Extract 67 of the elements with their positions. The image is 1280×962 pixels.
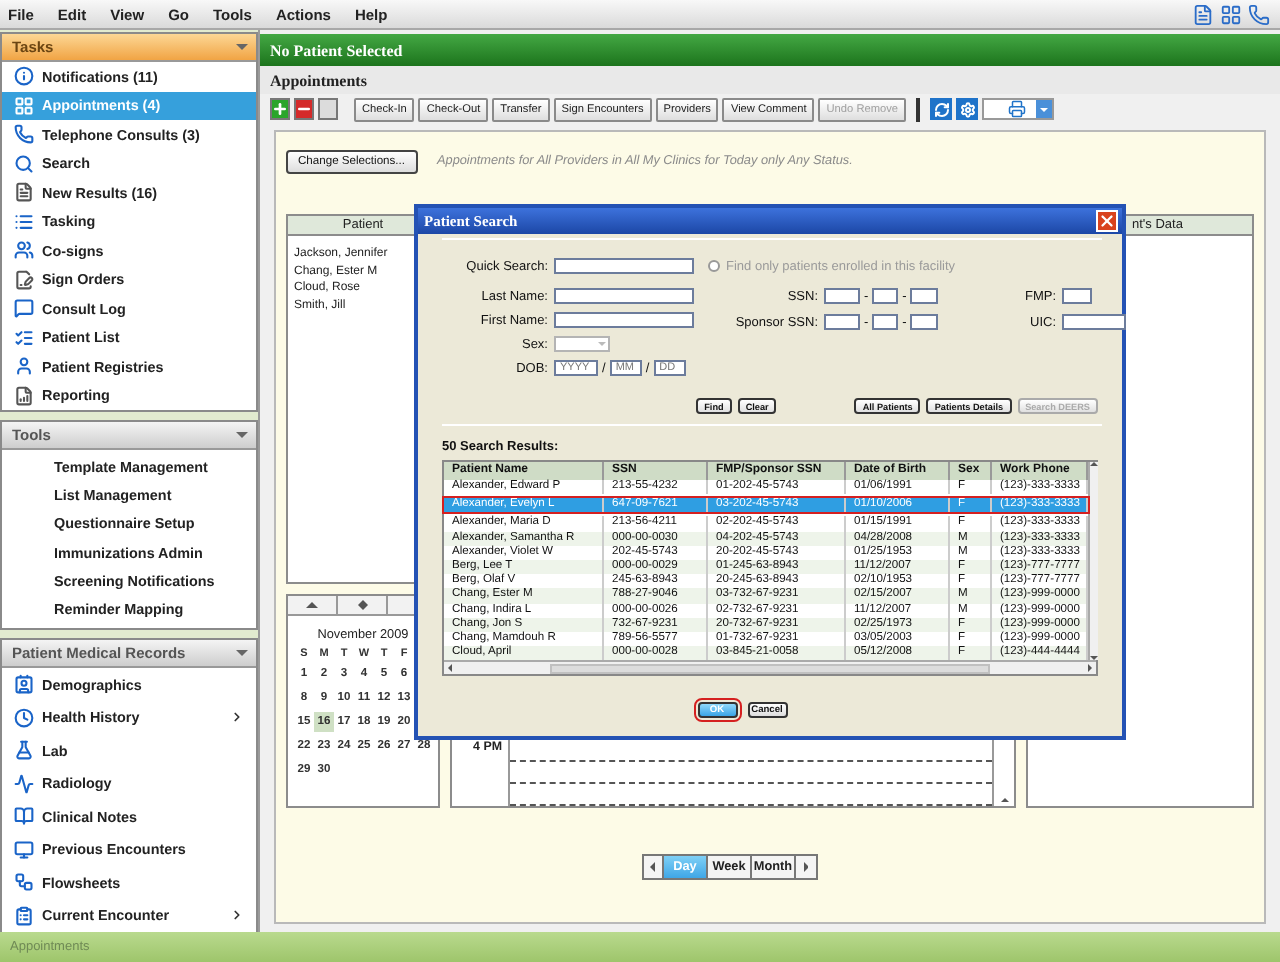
page-title: Appointments [260, 66, 1280, 94]
print-dropdown[interactable] [982, 98, 1055, 120]
sponsor-ssn-field[interactable] [824, 314, 860, 330]
clock-icon [14, 707, 34, 728]
list-icon [14, 211, 34, 232]
document-icon[interactable] [1192, 3, 1214, 25]
previous-button[interactable] [288, 596, 338, 614]
printer-icon [1008, 100, 1027, 118]
info-icon [14, 66, 34, 87]
first-name-field[interactable] [554, 312, 694, 328]
flask-icon [14, 740, 34, 761]
grid-icon [14, 95, 34, 116]
ssn-field[interactable] [910, 288, 939, 304]
refresh-icon [933, 101, 950, 117]
signed-document-icon [14, 269, 34, 290]
right-triangle-icon [803, 862, 809, 872]
close-icon [1098, 212, 1116, 230]
scroll-down-icon [1090, 656, 1098, 661]
previous-button[interactable] [644, 856, 664, 878]
radio-button[interactable] [708, 260, 720, 272]
vertical-scrollbar[interactable] [1088, 462, 1098, 661]
collapse-icon [236, 44, 248, 50]
diamond-icon [357, 600, 367, 610]
checklist-icon [14, 327, 34, 348]
flowchart-icon [14, 872, 34, 893]
monitor-icon [14, 839, 34, 860]
up-triangle-icon [306, 602, 318, 608]
left-triangle-icon [650, 862, 656, 872]
search-icon [14, 153, 34, 174]
document-icon [14, 182, 34, 203]
grid-icon[interactable] [1220, 3, 1242, 25]
collapse-icon [236, 432, 248, 438]
horizontal-scrollbar[interactable] [444, 660, 1096, 675]
person-icon [14, 356, 34, 377]
sponsor-ssn-field[interactable] [910, 314, 939, 330]
clipboard-icon [14, 905, 34, 926]
phone-icon [14, 124, 34, 145]
ssn-field[interactable] [872, 288, 899, 304]
scroll-up-icon [999, 797, 1009, 802]
sponsor-ssn-field[interactable] [872, 314, 899, 330]
add-button[interactable] [270, 98, 290, 120]
ssn-field[interactable] [824, 288, 860, 304]
settings-button[interactable] [956, 98, 979, 120]
dropdown-arrow-icon [598, 342, 606, 346]
today-button[interactable] [338, 596, 388, 614]
blank-button[interactable] [318, 98, 338, 120]
refresh-button[interactable] [930, 98, 953, 120]
remove-button[interactable] [294, 98, 314, 120]
settings-icon [959, 101, 976, 117]
phone-icon[interactable] [1248, 3, 1270, 25]
collapse-icon [236, 649, 248, 656]
report-icon [14, 385, 34, 406]
pulse-icon [14, 773, 34, 794]
scroll-up-icon [1090, 462, 1098, 466]
plus-icon [272, 100, 288, 118]
contact-card-icon [14, 674, 34, 695]
patient-banner: No Patient Selected [260, 34, 1280, 66]
speech-bubble-icon [14, 298, 34, 319]
scroll-right-icon [1088, 664, 1092, 673]
book-icon [14, 806, 34, 827]
people-icon [14, 240, 34, 261]
fmp-field[interactable] [1062, 288, 1092, 304]
dropdown-arrow-icon [1040, 107, 1049, 111]
close-button[interactable] [1096, 210, 1118, 232]
uic-field[interactable] [1062, 314, 1126, 330]
last-name-field[interactable] [554, 288, 694, 304]
quick-search-field[interactable] [554, 258, 694, 274]
